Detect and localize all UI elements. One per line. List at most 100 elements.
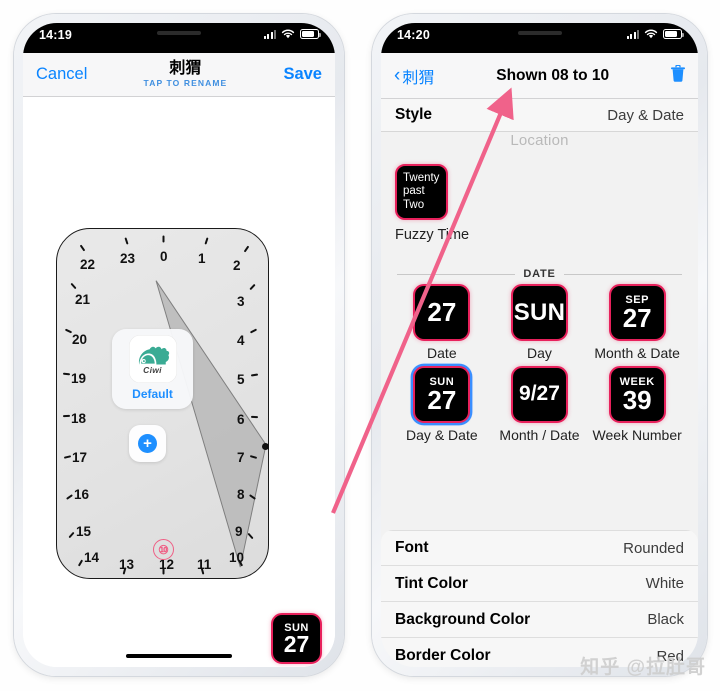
battery-icon (300, 29, 321, 39)
rename-title-block[interactable]: 刺猬 TAP TO RENAME (143, 59, 228, 89)
battery-icon (663, 29, 684, 39)
hour-label-0: 0 (160, 249, 168, 264)
hour-label-12: 12 (159, 557, 175, 572)
date-style-tile[interactable]: 9/27 (510, 365, 568, 423)
watermark: 知乎 @拉肚哥 (580, 657, 706, 678)
right-nav-bar: ‹ 刺猬 Shown 08 to 10 (381, 53, 698, 99)
cancel-button[interactable]: Cancel (36, 65, 87, 84)
location-section-header: Location (510, 132, 569, 149)
date-style-option[interactable]: SUN Day (491, 284, 589, 362)
divider-line-left (397, 273, 516, 275)
cellular-bars-icon (626, 29, 639, 39)
app-brand-label: Ciwi (143, 364, 162, 375)
fuzzy-time-option[interactable]: Twenty past Two Fuzzy Time (395, 164, 469, 243)
settings-row[interactable]: Background Color Black (381, 602, 698, 638)
hour-label-13: 13 (119, 557, 135, 572)
wifi-icon (644, 29, 658, 39)
hour-label-16: 16 (74, 487, 90, 502)
date-style-label: Day & Date (406, 426, 478, 443)
style-row[interactable]: Style Day & Date (381, 99, 698, 132)
date-style-tile[interactable]: SEP 27 (608, 284, 666, 341)
right-phone-body: Location Twenty past Two Fuzzy Time DATE… (381, 132, 698, 667)
date-style-label: Date (427, 345, 457, 361)
home-indicator[interactable] (126, 653, 232, 658)
hour-label-23: 23 (120, 251, 136, 266)
screenshot-root: 14:19 Cancel 刺猬 TAP TO RENAME Save 22 23… (0, 0, 720, 691)
date-style-tile[interactable]: 27 (413, 284, 471, 341)
back-button-label: 刺猬 (402, 69, 435, 87)
settings-row-value: Black (647, 611, 684, 628)
hour-label-8: 8 (237, 487, 245, 502)
status-time: 14:19 (39, 28, 72, 42)
left-phone-screen: 14:19 Cancel 刺猬 TAP TO RENAME Save 22 23… (23, 23, 335, 667)
range-handle-dot[interactable] (262, 443, 269, 450)
date-style-label: Day (527, 345, 552, 361)
date-style-option[interactable]: SEP 27 Month & Date (588, 284, 686, 362)
page-title: 刺猬 (169, 59, 202, 77)
add-complication-button[interactable]: + (129, 425, 166, 462)
hour-label-3: 3 (237, 294, 245, 309)
hour-label-7: 7 (237, 450, 245, 465)
tick-0 (162, 235, 165, 243)
hour-label-20: 20 (72, 332, 88, 347)
settings-row-label: Border Color (395, 647, 491, 664)
hour-label-4: 4 (237, 333, 245, 348)
cellular-bars-icon (263, 29, 276, 39)
settings-row-value: White (645, 575, 684, 592)
tile-main-value: 27 (427, 297, 457, 328)
annotation-marker-10: ⑩ (153, 539, 174, 560)
right-phone-screen: 14:20 ‹ 刺猬 Shown 08 to 10 Style Day & Da… (381, 23, 698, 667)
complication-label: Default (132, 387, 173, 401)
hour-label-11: 11 (197, 557, 212, 572)
date-style-option[interactable]: SUN 27 Day & Date (393, 365, 491, 444)
fuzzy-time-label: Fuzzy Time (395, 227, 470, 243)
hour-label-9: 9 (235, 524, 243, 539)
save-button[interactable]: Save (283, 65, 322, 84)
tile-main-value: SUN (513, 298, 566, 326)
tile-main-value: 9/27 (519, 382, 560, 406)
page-title: Shown 08 to 10 (496, 66, 610, 84)
widget-date-number: 27 (283, 630, 310, 657)
tap-to-rename-hint: TAP TO RENAME (143, 78, 228, 89)
wifi-icon (281, 29, 295, 39)
plus-icon: + (138, 434, 157, 453)
date-style-label: Month & Date (594, 345, 680, 361)
divider-line-right (563, 273, 683, 275)
fuzzy-tile-text: Twenty past Two (403, 171, 440, 211)
hour-label-2: 2 (233, 258, 241, 273)
settings-rows: Font Rounded Tint Color White Background Col… (381, 530, 698, 667)
trash-icon[interactable] (671, 64, 685, 87)
date-style-option[interactable]: 27 Date (393, 284, 491, 362)
hour-label-22: 22 (80, 257, 96, 272)
back-button[interactable]: ‹ 刺猬 (394, 64, 434, 88)
chevron-left-icon: ‹ (394, 65, 401, 86)
hour-label-18: 18 (71, 411, 87, 426)
day-date-widget-preview[interactable]: SUN 27 (271, 613, 322, 664)
settings-row-label: Tint Color (395, 574, 468, 592)
date-style-tile[interactable]: WEEK 39 (608, 365, 666, 423)
tick-12 (162, 567, 165, 575)
date-style-tile[interactable]: SUN (510, 284, 568, 341)
date-style-option[interactable]: WEEK 39 Week Number (588, 365, 686, 444)
earpiece-speaker (517, 31, 562, 35)
tile-main-value: 27 (622, 303, 652, 334)
tick-6 (250, 415, 259, 419)
date-style-option[interactable]: 9/27 Month / Date (491, 365, 589, 444)
date-style-label: Week Number (592, 426, 682, 443)
fuzzy-time-tile[interactable]: Twenty past Two (395, 164, 448, 220)
settings-row-label: Background Color (395, 610, 531, 628)
style-row-label: Style (395, 106, 433, 123)
complication-card-default[interactable]: Ciwi Default (112, 329, 193, 409)
hour-label-1: 1 (198, 251, 206, 266)
right-phone-frame: 14:20 ‹ 刺猬 Shown 08 to 10 Style Day & Da… (372, 14, 707, 676)
date-section-header: DATE (523, 268, 556, 280)
settings-row[interactable]: Font Rounded (381, 530, 698, 566)
date-style-tile[interactable]: SUN 27 (413, 365, 471, 423)
24-hour-dial[interactable]: 22 23 0 1 2 21 20 19 18 17 16 15 14 13 1… (56, 228, 269, 579)
left-nav-bar: Cancel 刺猬 TAP TO RENAME Save (23, 53, 335, 97)
tile-main-value: 39 (622, 384, 652, 415)
hour-label-17: 17 (72, 450, 88, 465)
hour-label-19: 19 (71, 371, 87, 386)
settings-row[interactable]: Tint Color White (381, 566, 698, 602)
right-status-bar: 14:20 (381, 23, 698, 53)
